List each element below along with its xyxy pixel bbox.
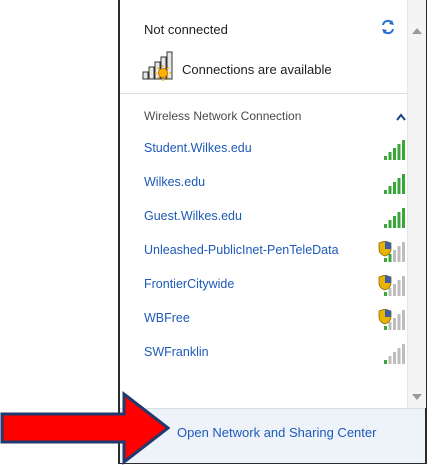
red-arrow-annotation [0,390,170,465]
signal-bar [402,242,405,262]
refresh-icon[interactable] [380,19,396,35]
signal-bar [388,356,392,364]
signal-bar [402,310,405,330]
signal-bar [393,318,396,330]
scroll-up-icon[interactable] [412,28,422,34]
signal-bar [384,326,387,330]
signal-bar [393,148,396,160]
network-row[interactable]: Unleashed-PublicInet-PenTeleData [120,237,407,267]
signal-bar [393,284,396,296]
network-row[interactable]: Wilkes.edu [120,169,407,199]
signal-bar [384,156,387,160]
scroll-down-icon[interactable] [412,394,422,400]
signal-bar [402,208,405,228]
network-row[interactable]: SWFranklin [120,339,407,369]
signal-bar [388,288,392,296]
network-row[interactable]: Guest.Wilkes.edu [120,203,407,233]
signal-bar [388,186,392,194]
signal-strength-icon [384,174,405,194]
network-bars-sun-icon [142,51,173,81]
network-name[interactable]: Guest.Wilkes.edu [144,209,242,223]
signal-bar [384,190,387,194]
network-name[interactable]: SWFranklin [144,345,209,359]
signal-bar [402,140,405,160]
signal-strength-icon [384,344,405,364]
signal-bar [384,360,387,364]
wireless-network-list: Wireless Network Connection Student.Wilk… [120,94,407,394]
network-name[interactable]: Unleashed-PublicInet-PenTeleData [144,243,339,257]
signal-bar [393,250,396,262]
signal-bar [397,212,401,228]
secured-signal-strength-icon [378,241,405,262]
signal-bar [397,280,401,296]
signal-bar [397,314,401,330]
signal-bar [384,292,387,296]
connection-status-title: Not connected [144,22,228,37]
signal-strength-icon [384,140,405,160]
signal-strength-icon [384,208,405,228]
network-name[interactable]: WBFree [144,311,190,325]
connections-available-label: Connections are available [182,62,332,77]
shield-quadrant [385,309,391,317]
network-name[interactable]: Wilkes.edu [144,175,205,189]
signal-bar [393,352,396,364]
signal-bar [388,322,392,330]
network-row[interactable]: WBFree [120,305,407,335]
open-network-sharing-center-link[interactable]: Open Network and Sharing Center [177,425,376,440]
scrollbar[interactable] [407,0,426,408]
signal-bar [384,258,387,262]
signal-bar [397,144,401,160]
shield-quadrant [385,275,391,283]
connection-status-area: Not connected Connections are available [120,0,407,94]
network-name[interactable]: FrontierCitywide [144,277,234,291]
signal-bar [388,254,392,262]
secured-signal-strength-icon [378,275,405,296]
wireless-section-header: Wireless Network Connection [144,109,302,123]
signal-bar [402,344,405,364]
signal-bar [388,152,392,160]
signal-bar [393,216,396,228]
network-row[interactable]: Student.Wilkes.edu [120,135,407,165]
signal-bar [384,224,387,228]
chevron-up-icon[interactable] [396,113,406,121]
signal-bar [397,178,401,194]
signal-bar [393,182,396,194]
signal-bar [397,348,401,364]
signal-bar [402,174,405,194]
network-name[interactable]: Student.Wilkes.edu [144,141,252,155]
signal-bar [397,246,401,262]
screenshot-stage: Not connected Connections are available … [0,0,435,465]
shield-quadrant [385,241,391,249]
signal-bar [402,276,405,296]
network-row[interactable]: FrontierCitywide [120,271,407,301]
signal-bar [388,220,392,228]
secured-signal-strength-icon [378,309,405,330]
